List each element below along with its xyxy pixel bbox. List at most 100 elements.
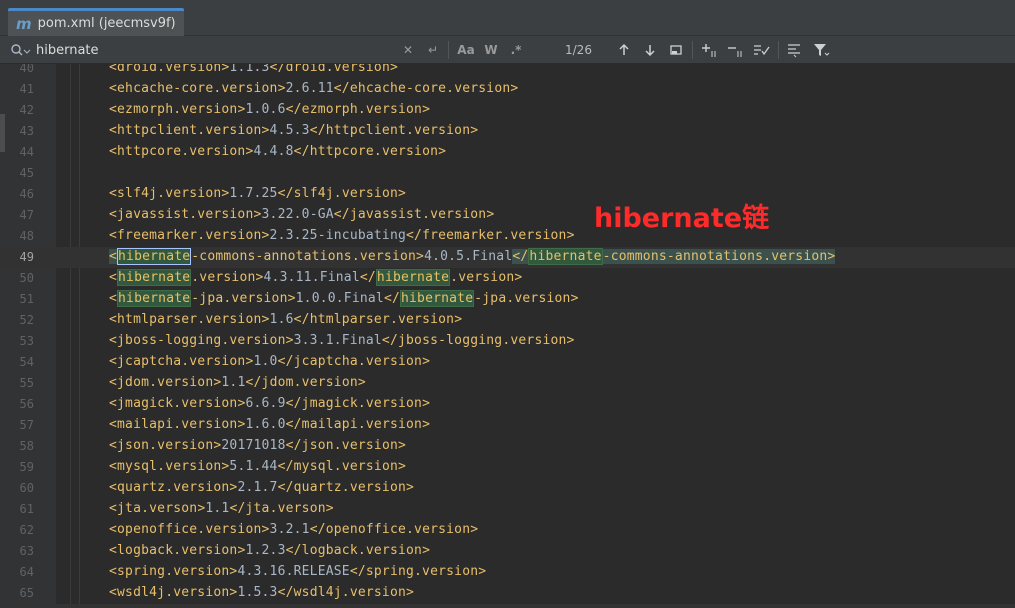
- tab-title: pom.xml (jeecmsv9f): [37, 16, 176, 31]
- code-line[interactable]: 57 <mailapi.version>1.6.0</mailapi.versio…: [0, 415, 1015, 436]
- xml-value: 1.6.0: [245, 417, 286, 432]
- code-line[interactable]: 43 <httpclient.version>4.5.3</httpclient.…: [0, 121, 1015, 142]
- code-line[interactable]: 51 <hibernate-jpa.version>1.0.0.Final</hi…: [0, 289, 1015, 310]
- match-case-toggle[interactable]: Aa: [455, 41, 477, 59]
- xml-bracket: >: [261, 228, 270, 243]
- xml-value: 4.3.16.RELEASE: [237, 564, 350, 579]
- regex-toggle[interactable]: .*: [506, 41, 526, 59]
- code-line[interactable]: 45: [0, 163, 1015, 184]
- xml-tag-name: json.version: [301, 438, 398, 453]
- code-line[interactable]: 47 <javassist.version>3.22.0-GA</javassis…: [0, 205, 1015, 226]
- line-number: 41: [19, 82, 34, 96]
- code-line[interactable]: 53 <jboss-logging.version>3.3.1.Final</jb…: [0, 331, 1015, 352]
- code-line[interactable]: 48 <freemarker.version>2.3.25-incubating<…: [0, 226, 1015, 247]
- code-line[interactable]: 63 <logback.version>1.2.3</logback.versio…: [0, 541, 1015, 562]
- code-line[interactable]: 52 <htmlparser.version>1.6</htmlparser.ve…: [0, 310, 1015, 331]
- select-all-matches-icon[interactable]: [752, 40, 772, 60]
- line-number: 55: [19, 376, 34, 390]
- xml-value: 4.5.3: [269, 123, 310, 138]
- code-line[interactable]: 56 <jmagick.version>6.6.9</jmagick.versio…: [0, 394, 1015, 415]
- xml-bracket: </: [293, 144, 310, 159]
- select-all-occurrences-icon[interactable]: [666, 40, 686, 60]
- xml-bracket: <: [109, 64, 118, 75]
- line-number: 51: [19, 292, 34, 306]
- xml-bracket: <: [109, 186, 118, 201]
- xml-bracket: </: [269, 64, 286, 75]
- multiline-icon[interactable]: [784, 40, 804, 60]
- xml-bracket: </: [333, 81, 350, 96]
- line-number: 53: [19, 334, 34, 348]
- previous-occurrence-icon[interactable]: [614, 40, 634, 60]
- search-match: hibernate: [117, 290, 192, 307]
- xml-tag-name: .version: [191, 270, 256, 285]
- maven-icon: m: [16, 14, 32, 33]
- xml-value: 4.4.8: [253, 144, 294, 159]
- code-line[interactable]: 62 <openoffice.version>3.2.1</openoffice.…: [0, 520, 1015, 541]
- search-icon[interactable]: [10, 42, 32, 58]
- xml-tag-name: htmlparser.version: [117, 312, 262, 327]
- code-line[interactable]: 40 <droid.version>1.1.3</droid.version>: [0, 64, 1015, 79]
- xml-bracket: >: [253, 207, 262, 222]
- code-text: <json.version>20171018</json.version>: [109, 438, 406, 453]
- code-line[interactable]: 58 <json.version>20171018</json.version>: [0, 436, 1015, 457]
- code-line[interactable]: 46 <slf4j.version>1.7.25</slf4j.version>: [0, 184, 1015, 205]
- xml-bracket: </: [309, 123, 326, 138]
- xml-bracket: >: [416, 249, 425, 264]
- xml-tag-name: openoffice.version: [117, 522, 262, 537]
- horizontal-scrollbar[interactable]: [0, 604, 1015, 608]
- code-line[interactable]: 60 <quartz.version>2.1.7</quartz.version>: [0, 478, 1015, 499]
- code-line[interactable]: 44 <httpcore.version>4.4.8</httpcore.vers…: [0, 142, 1015, 163]
- xml-bracket: <: [109, 144, 118, 159]
- remove-occurrence-icon[interactable]: [726, 40, 746, 60]
- code-line[interactable]: 41 <ehcache-core.version>2.6.11</ehcache-…: [0, 79, 1015, 100]
- tab-pom-xml[interactable]: m pom.xml (jeecmsv9f): [8, 8, 184, 36]
- annotation-text: hibernate链: [594, 203, 770, 234]
- xml-bracket: <: [109, 501, 118, 516]
- xml-bracket: <: [109, 459, 118, 474]
- code-text: <jboss-logging.version>3.3.1.Final</jbos…: [109, 333, 575, 348]
- xml-bracket: <: [109, 522, 118, 537]
- new-line-icon[interactable]: ↵: [424, 41, 442, 59]
- code-text: <hibernate-jpa.version>1.0.0.Final</hibe…: [109, 290, 579, 307]
- xml-tag-name: httpclient.version: [325, 123, 471, 138]
- filter-icon[interactable]: [812, 40, 832, 60]
- xml-bracket: >: [277, 81, 286, 96]
- xml-bracket: <: [109, 480, 118, 495]
- code-line[interactable]: 64 <spring.version>4.3.16.RELEASE</spring…: [0, 562, 1015, 583]
- line-number: 62: [19, 523, 34, 537]
- code-text: <spring.version>4.3.16.RELEASE</spring.v…: [109, 564, 486, 579]
- xml-bracket: </: [285, 417, 302, 432]
- code-line[interactable]: 49 <hibernate-commons-annotations.version…: [0, 247, 1015, 268]
- line-number: 44: [19, 145, 34, 159]
- xml-value: 1.2.3: [245, 543, 286, 558]
- xml-tag-name: httpcore.version: [309, 144, 439, 159]
- search-input[interactable]: [36, 40, 396, 60]
- code-line[interactable]: 50 <hibernate.version>4.3.11.Final</hiber…: [0, 268, 1015, 289]
- code-line[interactable]: 42 <ezmorph.version>1.0.6</ezmorph.versio…: [0, 100, 1015, 121]
- xml-bracket: <: [109, 585, 118, 600]
- line-number: 63: [19, 544, 34, 558]
- line-number: 49: [19, 250, 34, 264]
- code-line[interactable]: 59 <mysql.version>5.1.44</mysql.version>: [0, 457, 1015, 478]
- clear-icon[interactable]: ✕: [400, 41, 416, 59]
- xml-tag-name: mysql.version: [117, 459, 222, 474]
- next-occurrence-icon[interactable]: [640, 40, 660, 60]
- code-line[interactable]: 65 <wsdl4j.version>1.5.3</wsdl4j.version>: [0, 583, 1015, 604]
- add-occurrence-icon[interactable]: [700, 40, 720, 60]
- code-editor[interactable]: 40 <droid.version>1.1.3</droid.version> 41…: [0, 64, 1015, 608]
- code-text: <wsdl4j.version>1.5.3</wsdl4j.version>: [109, 585, 414, 600]
- xml-bracket: >: [422, 102, 431, 117]
- xml-bracket: </: [277, 480, 294, 495]
- xml-bracket: </: [406, 228, 423, 243]
- xml-bracket: <: [109, 375, 118, 390]
- xml-bracket: >: [566, 333, 575, 348]
- whole-words-toggle[interactable]: W: [482, 41, 500, 59]
- code-text: <httpcore.version>4.4.8</httpcore.versio…: [109, 144, 446, 159]
- line-number: 54: [19, 355, 34, 369]
- xml-bracket: <: [109, 438, 118, 453]
- code-line[interactable]: 61 <jta.verson>1.1</jta.verson>: [0, 499, 1015, 520]
- code-line[interactable]: 55 <jdom.version>1.1</jdom.version>: [0, 373, 1015, 394]
- xml-bracket: </: [285, 543, 302, 558]
- code-line[interactable]: 54 <jcaptcha.version>1.0</jcaptcha.versio…: [0, 352, 1015, 373]
- line-number: 56: [19, 397, 34, 411]
